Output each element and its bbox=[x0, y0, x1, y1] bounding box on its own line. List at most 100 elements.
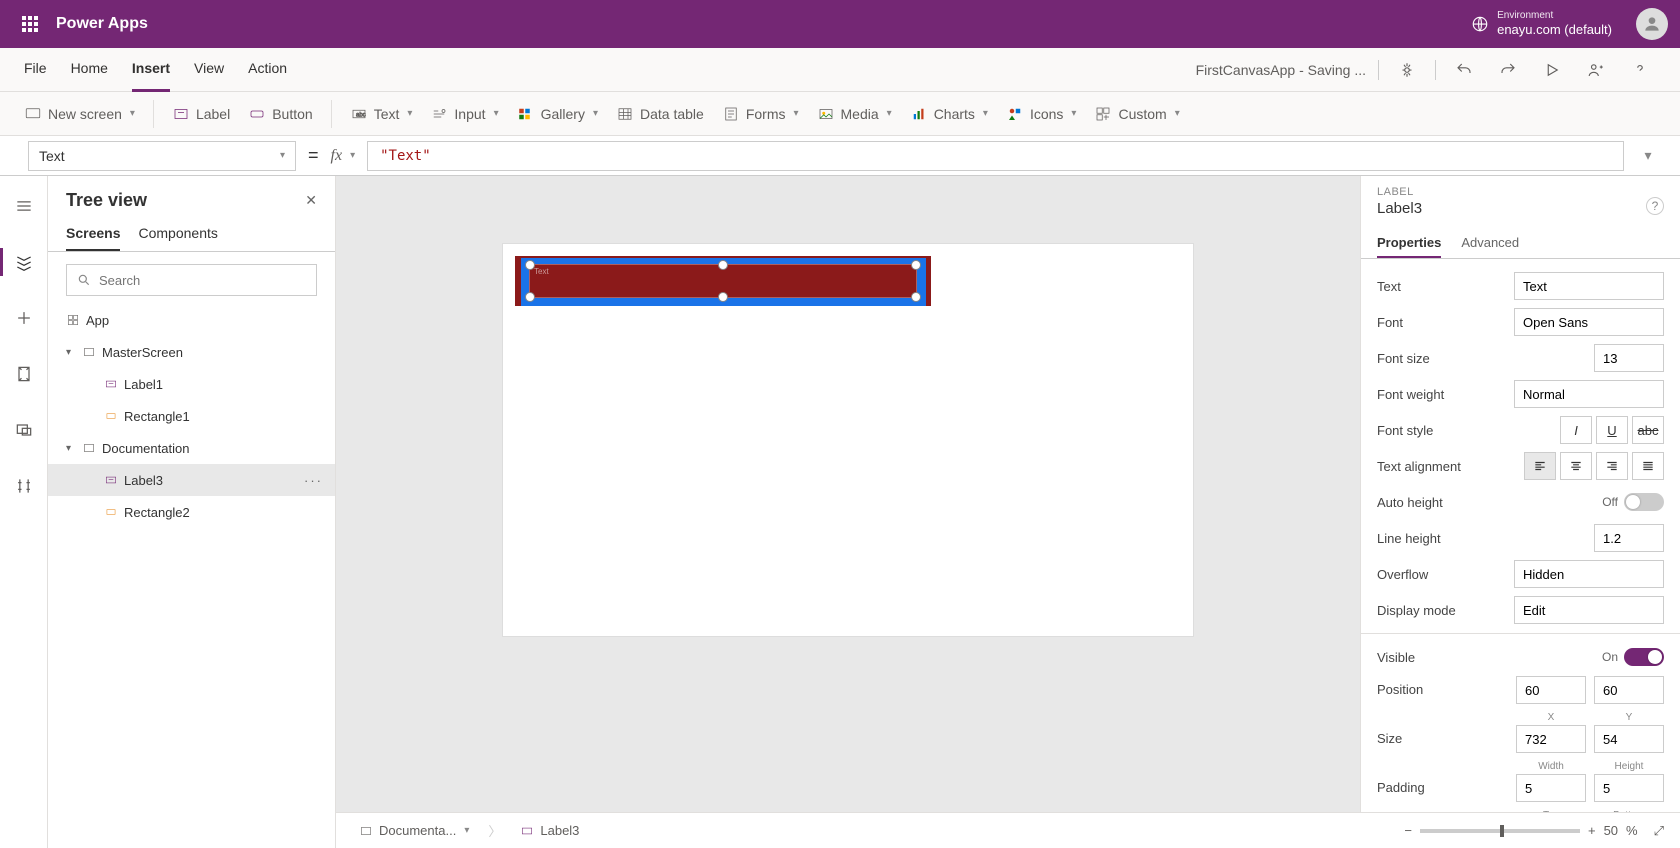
align-right-button[interactable] bbox=[1596, 452, 1628, 480]
datatable-button[interactable]: Data table bbox=[616, 100, 704, 128]
tree-tab-components[interactable]: Components bbox=[138, 217, 217, 251]
help-icon[interactable] bbox=[1624, 54, 1656, 86]
tab-file[interactable]: File bbox=[24, 48, 47, 92]
zoom-slider[interactable] bbox=[1420, 829, 1580, 833]
tree-item-label1[interactable]: Label1 bbox=[48, 368, 335, 400]
breadcrumb-screen[interactable]: Documenta...▾ bbox=[352, 820, 476, 841]
breadcrumb-selected[interactable]: Label3 bbox=[513, 820, 586, 841]
selected-label[interactable]: Text bbox=[529, 264, 917, 298]
prop-input-width[interactable] bbox=[1516, 725, 1586, 753]
prop-label-align: Text alignment bbox=[1377, 459, 1461, 474]
formula-expand[interactable]: ▾ bbox=[1636, 147, 1660, 164]
underline-button[interactable]: U bbox=[1596, 416, 1628, 444]
search-input[interactable] bbox=[99, 273, 306, 288]
zoom-out-icon[interactable]: − bbox=[1404, 823, 1412, 838]
user-avatar[interactable] bbox=[1636, 8, 1668, 40]
tree-item-rectangle2[interactable]: Rectangle2 bbox=[48, 496, 335, 528]
tree-item-app[interactable]: App bbox=[48, 304, 335, 336]
resize-handle[interactable] bbox=[525, 260, 535, 270]
tab-view[interactable]: View bbox=[194, 48, 224, 92]
media-rail-icon[interactable] bbox=[6, 412, 42, 448]
charts-button[interactable]: Charts▾ bbox=[910, 100, 988, 128]
prop-help-icon[interactable]: ? bbox=[1646, 197, 1664, 215]
canvas-area[interactable]: Text bbox=[336, 176, 1360, 848]
data-icon[interactable] bbox=[6, 356, 42, 392]
input-button[interactable]: Input▾ bbox=[430, 100, 498, 128]
italic-button[interactable]: I bbox=[1560, 416, 1592, 444]
resize-handle[interactable] bbox=[911, 292, 921, 302]
resize-handle[interactable] bbox=[525, 292, 535, 302]
env-label: Environment bbox=[1497, 10, 1612, 22]
resize-handle[interactable] bbox=[718, 292, 728, 302]
close-icon[interactable]: ✕ bbox=[305, 192, 317, 209]
resize-handle[interactable] bbox=[718, 260, 728, 270]
prop-tab-properties[interactable]: Properties bbox=[1377, 227, 1441, 258]
screen-icon bbox=[82, 345, 96, 359]
tab-insert[interactable]: Insert bbox=[132, 48, 170, 92]
icons-button[interactable]: Icons▾ bbox=[1006, 100, 1077, 128]
screen-icon bbox=[24, 105, 42, 123]
more-icon[interactable]: ··· bbox=[304, 473, 323, 488]
forms-button[interactable]: Forms▾ bbox=[722, 100, 799, 128]
waffle-icon[interactable] bbox=[12, 6, 48, 42]
align-center-button[interactable] bbox=[1560, 452, 1592, 480]
fx-dropdown[interactable]: fx▾ bbox=[331, 147, 356, 165]
share-icon[interactable] bbox=[1580, 54, 1612, 86]
tree-view-icon[interactable] bbox=[6, 244, 42, 280]
text-button[interactable]: abc Text▾ bbox=[350, 100, 413, 128]
redo-icon[interactable] bbox=[1492, 54, 1524, 86]
hamburger-icon[interactable] bbox=[6, 188, 42, 224]
property-dropdown[interactable]: Text▾ bbox=[28, 141, 296, 171]
label-icon bbox=[104, 377, 118, 391]
tree-tab-screens[interactable]: Screens bbox=[66, 217, 120, 251]
button-button[interactable]: Button bbox=[248, 100, 331, 128]
prop-input-lineheight[interactable] bbox=[1594, 524, 1664, 552]
prop-input-height[interactable] bbox=[1594, 725, 1664, 753]
prop-input-fontsize[interactable] bbox=[1594, 344, 1664, 372]
media-button[interactable]: Media▾ bbox=[817, 100, 892, 128]
prop-input-y[interactable] bbox=[1594, 676, 1664, 704]
zoom-value: 50 bbox=[1604, 823, 1618, 838]
align-left-button[interactable] bbox=[1524, 452, 1556, 480]
play-icon[interactable] bbox=[1536, 54, 1568, 86]
resize-handle[interactable] bbox=[911, 260, 921, 270]
tools-icon[interactable] bbox=[6, 468, 42, 504]
environment-switcher[interactable]: Environment enayu.com (default) bbox=[1471, 10, 1612, 38]
autoheight-toggle[interactable] bbox=[1624, 493, 1664, 511]
zoom-in-icon[interactable]: + bbox=[1588, 823, 1596, 838]
canvas-screen[interactable]: Text bbox=[503, 244, 1193, 636]
label-button[interactable]: Label bbox=[172, 100, 230, 128]
tree-item-rectangle1[interactable]: Rectangle1 bbox=[48, 400, 335, 432]
tab-action[interactable]: Action bbox=[248, 48, 287, 92]
screen-icon bbox=[82, 441, 96, 455]
prop-tab-advanced[interactable]: Advanced bbox=[1461, 227, 1519, 258]
formula-input[interactable]: "Text" bbox=[367, 141, 1624, 171]
prop-input-padtop[interactable] bbox=[1516, 774, 1586, 802]
gallery-button[interactable]: Gallery▾ bbox=[517, 100, 598, 128]
fit-icon[interactable]: ⤢ bbox=[1654, 823, 1664, 839]
app-checker-icon[interactable] bbox=[1391, 54, 1423, 86]
prop-select-overflow[interactable]: Hidden bbox=[1514, 560, 1664, 588]
undo-icon[interactable] bbox=[1448, 54, 1480, 86]
tree-search[interactable] bbox=[66, 264, 317, 296]
prop-input-padbottom[interactable] bbox=[1594, 774, 1664, 802]
new-screen-button[interactable]: New screen▾ bbox=[24, 100, 154, 128]
prop-select-displaymode[interactable]: Edit bbox=[1514, 596, 1664, 624]
search-icon bbox=[77, 273, 91, 287]
prop-input-x[interactable] bbox=[1516, 676, 1586, 704]
align-justify-button[interactable] bbox=[1632, 452, 1664, 480]
tree-item-documentation[interactable]: ▾ Documentation bbox=[48, 432, 335, 464]
icons-icon bbox=[1006, 105, 1024, 123]
tree-item-label3[interactable]: Label3 ··· bbox=[48, 464, 335, 496]
prop-input-text[interactable] bbox=[1514, 272, 1664, 300]
visible-toggle[interactable] bbox=[1624, 648, 1664, 666]
tab-home[interactable]: Home bbox=[71, 48, 108, 92]
custom-button[interactable]: Custom▾ bbox=[1094, 100, 1179, 128]
strike-button[interactable]: abc bbox=[1632, 416, 1664, 444]
prop-select-font[interactable]: Open Sans bbox=[1514, 308, 1664, 336]
prop-label-visible: Visible bbox=[1377, 650, 1415, 665]
add-icon[interactable] bbox=[6, 300, 42, 336]
prop-select-fontweight[interactable]: Normal bbox=[1514, 380, 1664, 408]
prop-label-size: Size bbox=[1377, 725, 1402, 746]
tree-item-masterscreen[interactable]: ▾ MasterScreen bbox=[48, 336, 335, 368]
